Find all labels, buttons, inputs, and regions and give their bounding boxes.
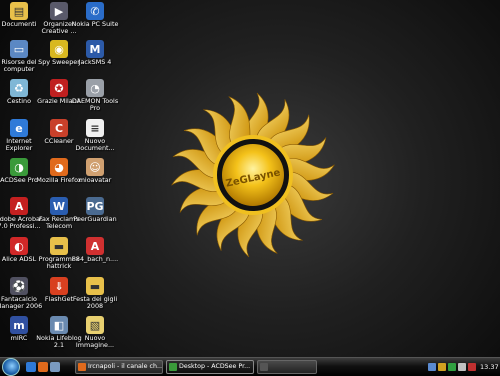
show-desktop-icon[interactable]: [50, 362, 60, 372]
security-tray-icon[interactable]: [468, 363, 476, 371]
image-file-icon: ☺: [86, 158, 104, 176]
desktop-icon-label: mioavatar: [78, 176, 112, 184]
firefox-quicklaunch-icon[interactable]: [38, 362, 48, 372]
desktop-icon-label: 884_bach_n....: [71, 255, 119, 263]
desktop-icon-label: PeerGuardian: [73, 215, 117, 223]
peerguardian-icon: PG: [86, 197, 104, 215]
desktop-icon[interactable]: ◔ DAEMON Tools Pro: [69, 77, 121, 113]
desktop-icon-label: Nuovo Immagine...: [75, 334, 115, 350]
taskbar: Ircnapoli - il canale ch... Desktop - ACD…: [0, 357, 500, 376]
alice-adsl-icon: ◐: [10, 237, 28, 255]
acdsee-task-icon: [169, 363, 177, 371]
fantacalcio-icon: ⚽: [10, 277, 28, 295]
taskbar-button-label: Ircnapoli - il canale ch...: [88, 363, 163, 370]
bitmap-image-icon: ▧: [86, 316, 104, 334]
flashget-icon: ⇓: [50, 277, 68, 295]
firefox-task-icon: [78, 363, 86, 371]
desktop-icon[interactable]: PG PeerGuardian: [69, 195, 121, 223]
desktop: ZeGLayne ▤ Documenti ▶ Organizer Creative .…: [0, 0, 500, 357]
desktop-icon[interactable]: A 884_bach_n....: [69, 235, 121, 263]
desktop-icon[interactable]: ✆ Nokia PC Suite: [69, 0, 121, 28]
daemon-tools-icon: ◔: [86, 79, 104, 97]
organizer-icon: ▶: [50, 2, 68, 20]
firefox-icon: ◕: [50, 158, 68, 176]
blank-task-icon: [260, 363, 268, 371]
desktop-icon-label: Nokia PC Suite: [71, 20, 119, 28]
folder-documents-icon: ▤: [10, 2, 28, 20]
nokia-pc-suite-icon: ✆: [86, 2, 104, 20]
recycle-bin-icon: ♻: [10, 79, 28, 97]
antivirus-tray-icon[interactable]: [438, 363, 446, 371]
text-document-icon: ≡: [86, 119, 104, 137]
desktop-icon[interactable]: M JackSMS 4: [69, 38, 121, 66]
my-computer-icon: ▭: [10, 40, 28, 58]
ie-quicklaunch-icon[interactable]: [26, 362, 36, 372]
folder-icon: ▬: [50, 237, 68, 255]
adobe-acrobat-icon: A: [10, 197, 28, 215]
desktop-icon[interactable]: ▧ Nuovo Immagine...: [69, 314, 121, 350]
jacksms-icon: M: [86, 40, 104, 58]
chat-tray-icon[interactable]: [448, 363, 456, 371]
desktop-icon[interactable]: ▬ Festa dei gigli 2008: [69, 275, 121, 311]
nokia-lifeblog-icon: ◧: [50, 316, 68, 334]
folder-icon: ▬: [86, 277, 104, 295]
milan-logo-icon: ✪: [50, 79, 68, 97]
mirc-icon: m: [10, 316, 28, 334]
taskbar-button[interactable]: [257, 360, 317, 374]
desktop-icon-label: DAEMON Tools Pro: [71, 97, 119, 113]
start-button[interactable]: [2, 358, 20, 376]
internet-explorer-icon: e: [10, 119, 28, 137]
spy-sweeper-icon: ◉: [50, 40, 68, 58]
acdsee-icon: ◑: [10, 158, 28, 176]
desktop-icon-label: Nuovo Document...: [75, 137, 115, 153]
system-tray: 13.37: [426, 359, 499, 375]
clock[interactable]: 13.37: [480, 363, 499, 371]
desktop-icon[interactable]: ≡ Nuovo Document...: [69, 117, 121, 153]
desktop-icon-label: Festa dei gigli 2008: [72, 295, 118, 311]
ccleaner-icon: C: [50, 119, 68, 137]
taskbar-button[interactable]: Ircnapoli - il canale ch...: [75, 360, 163, 374]
taskbar-button[interactable]: Desktop - ACDSee Pr...: [166, 360, 254, 374]
taskbar-button-label: Desktop - ACDSee Pr...: [179, 363, 251, 370]
pdf-file-icon: A: [86, 237, 104, 255]
word-document-icon: W: [50, 197, 68, 215]
network-tray-icon[interactable]: [428, 363, 436, 371]
volume-tray-icon[interactable]: [458, 363, 466, 371]
desktop-icon[interactable]: ☺ mioavatar: [69, 156, 121, 184]
desktop-icon-label: JackSMS 4: [78, 58, 112, 66]
